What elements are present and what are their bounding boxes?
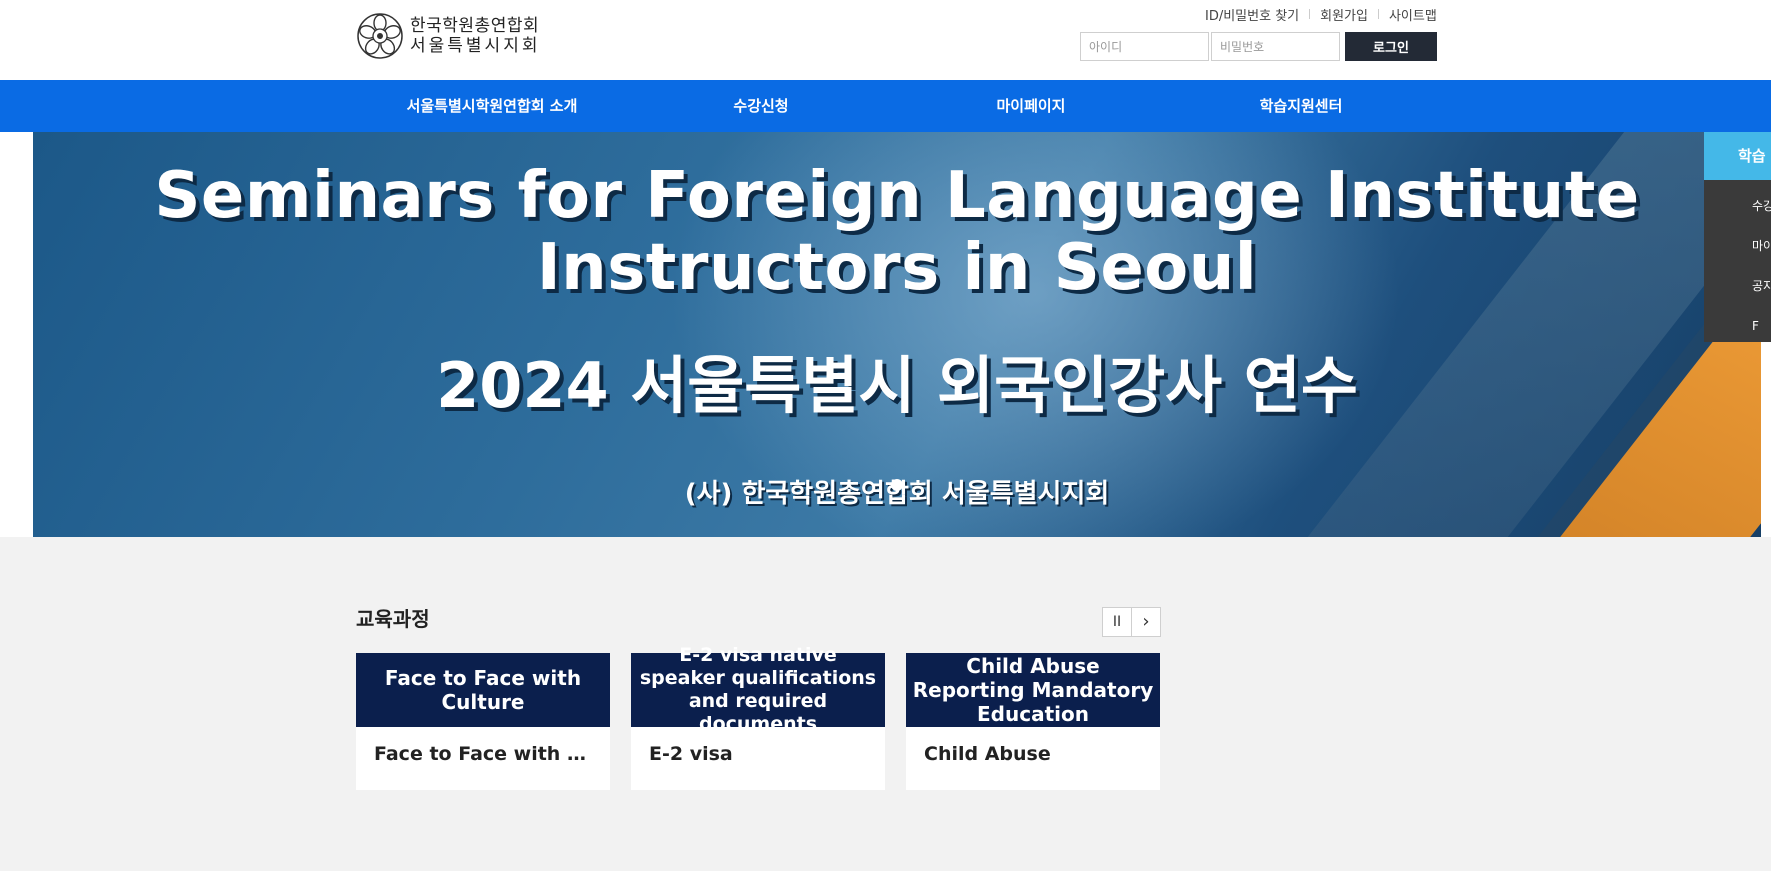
find-id-password-link[interactable]: ID/비밀번호 찾기 [1205, 5, 1299, 24]
login-button[interactable]: 로그인 [1345, 32, 1437, 61]
quick-menu-item-faq[interactable]: F [1704, 308, 1771, 348]
divider [1377, 9, 1379, 19]
logo-text: 한국학원총연합회 서울특별시지회 [410, 16, 540, 56]
emblem-icon [357, 13, 403, 59]
quick-menu-item-notice[interactable]: 공지 [1704, 268, 1771, 308]
utility-links: ID/비밀번호 찾기 회원가입 사이트맵 [1205, 5, 1437, 24]
banner-subtitle: 2024 서울특별시 외국인강사 연수 [436, 349, 1358, 422]
section-title: 교육과정 [356, 607, 430, 631]
signup-link[interactable]: 회원가입 [1320, 5, 1368, 24]
banner-title-line2: Instructors in Seoul [536, 231, 1258, 305]
login-form: 로그인 [1080, 32, 1437, 61]
banner-title: Seminars for Foreign Language Institute … [33, 160, 1761, 304]
divider [1309, 9, 1311, 19]
next-button[interactable]: › [1131, 607, 1161, 637]
sitemap-link[interactable]: 사이트맵 [1389, 5, 1437, 24]
nav-item-learning-center[interactable]: 학습지원센터 [1171, 80, 1431, 132]
main-navigation: 서울특별시학원연합회 소개 수강신청 마이페이지 학습지원센터 [0, 80, 1771, 132]
quick-menu-item-mypage[interactable]: 마이 [1704, 228, 1771, 268]
course-card[interactable]: Child Abuse Reporting Mandatory Educatio… [906, 653, 1160, 790]
course-thumbnail: E-2 visa native speaker qualifications a… [631, 644, 885, 735]
course-card[interactable]: Face to Face with Culture Face to Face w… [356, 653, 610, 790]
site-logo[interactable]: 한국학원총연합회 서울특별시지회 [356, 12, 540, 60]
quick-menu-title: 학습 [1704, 132, 1771, 180]
quick-menu-item-enroll[interactable]: 수강 [1704, 188, 1771, 228]
course-thumbnail: Child Abuse Reporting Mandatory Educatio… [906, 653, 1160, 727]
logo-line1: 한국학원총연합회 [410, 16, 540, 36]
hero-banner[interactable]: Seminars for Foreign Language Institute … [33, 132, 1761, 537]
courses-section: 교육과정 II › Face to Face with Culture Face… [0, 537, 1771, 871]
course-title: Child Abuse [924, 743, 1051, 765]
id-input[interactable] [1080, 32, 1209, 61]
quick-menu-list: 수강 마이 공지 F [1704, 180, 1771, 342]
nav-item-about[interactable]: 서울특별시학원연합회 소개 [362, 80, 622, 132]
pause-button[interactable]: II [1102, 607, 1132, 637]
site-header: 한국학원총연합회 서울특별시지회 ID/비밀번호 찾기 회원가입 사이트맵 로그… [0, 0, 1771, 80]
course-thumbnail: Face to Face with Culture [356, 653, 610, 727]
logo-line2: 서울특별시지회 [410, 36, 541, 56]
slide-indicator-dot[interactable] [891, 479, 903, 491]
password-input[interactable] [1211, 32, 1340, 61]
course-title: Face to Face with Cult… [374, 743, 610, 765]
nav-item-mypage[interactable]: 마이페이지 [901, 80, 1161, 132]
nav-item-enrollment[interactable]: 수강신청 [631, 80, 891, 132]
quick-menu: 학습 수강 마이 공지 F [1704, 132, 1771, 342]
banner-title-line1: Seminars for Foreign Language Institute [154, 159, 1640, 233]
course-card[interactable]: E-2 visa native speaker qualifications a… [631, 644, 885, 790]
